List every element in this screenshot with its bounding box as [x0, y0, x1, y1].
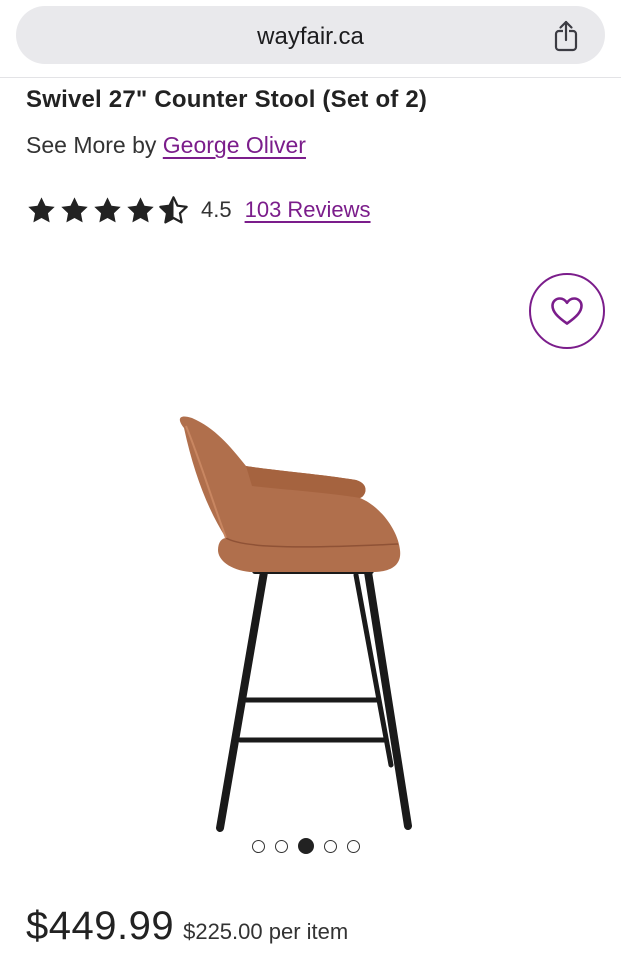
- brand-prefix: See More by: [26, 132, 157, 158]
- carousel-dot[interactable]: [252, 839, 265, 853]
- rating-value: 4.5: [201, 197, 232, 222]
- star-icon: [61, 196, 88, 222]
- rating-row: 4.5 103 Reviews: [26, 192, 371, 228]
- carousel-dot[interactable]: [275, 839, 288, 853]
- stool-legs: [216, 568, 412, 832]
- browser-address-bar: wayfair.ca: [0, 0, 621, 78]
- star-icon: [28, 196, 55, 222]
- carousel-dot-active[interactable]: [298, 838, 314, 854]
- stool-seat: [179, 416, 401, 572]
- product-image[interactable]: [160, 410, 430, 840]
- star-icon: [127, 196, 154, 222]
- heart-icon: [551, 297, 583, 325]
- star-icon: [94, 196, 121, 222]
- half-star-icon: [159, 195, 188, 223]
- favorite-button[interactable]: [529, 273, 605, 349]
- share-icon[interactable]: [549, 19, 583, 53]
- carousel-dot[interactable]: [324, 839, 337, 853]
- price-row: $449.99 $225.00 per item: [26, 904, 348, 949]
- brand-line: See More by George Oliver: [26, 132, 306, 159]
- brand-link[interactable]: George Oliver: [163, 132, 306, 158]
- carousel-dots: [252, 838, 360, 854]
- reviews-link[interactable]: 103 Reviews: [245, 197, 371, 223]
- product-title: Swivel 27" Counter Stool (Set of 2): [26, 86, 428, 113]
- url-text: wayfair.ca: [257, 23, 364, 50]
- per-item-price: $225.00 per item: [183, 919, 349, 944]
- price: $449.99: [26, 904, 175, 948]
- rating-stars: [26, 195, 189, 226]
- url-field[interactable]: wayfair.ca: [16, 6, 605, 64]
- carousel-dot[interactable]: [347, 839, 360, 853]
